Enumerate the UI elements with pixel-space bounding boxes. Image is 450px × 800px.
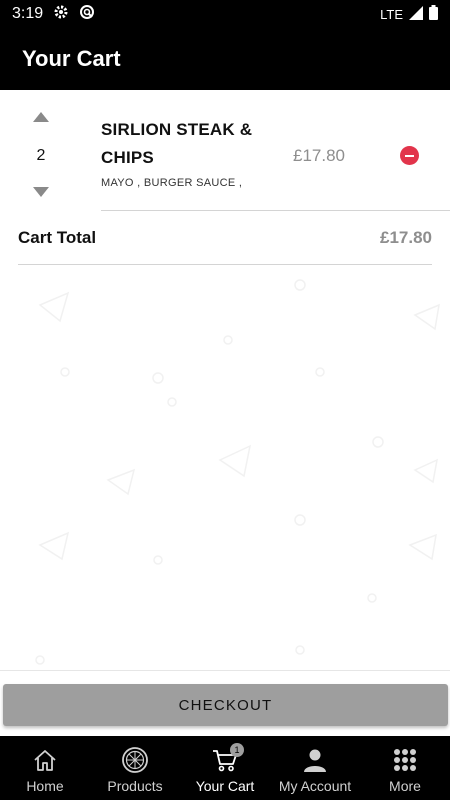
- app-bar: Your Cart: [0, 28, 450, 90]
- home-icon: [31, 746, 59, 774]
- cart-icon: 1: [211, 743, 244, 774]
- nav-my-account-label: My Account: [278, 778, 352, 794]
- total-divider: [18, 264, 432, 265]
- sync-icon: [79, 4, 95, 24]
- page-title: Your Cart: [22, 46, 121, 71]
- decrease-quantity-button[interactable]: [32, 185, 50, 199]
- cart-count-badge: 1: [230, 743, 244, 757]
- pizza-icon: [121, 746, 149, 774]
- item-name: SIRLION STEAK & CHIPS: [101, 116, 281, 172]
- status-right: LTE: [380, 5, 438, 23]
- cart-total-value: £17.80: [380, 228, 432, 247]
- nav-more-label: More: [389, 778, 421, 794]
- nav-home[interactable]: Home: [0, 736, 90, 800]
- battery-icon: [429, 5, 438, 23]
- nav-products[interactable]: Products: [90, 736, 180, 800]
- network-type: LTE: [380, 6, 403, 22]
- item-name-line2: CHIPS: [101, 148, 154, 167]
- checkout-area: CHECKOUT: [0, 670, 450, 736]
- nav-more[interactable]: More: [360, 736, 450, 800]
- bottom-nav: Home Products 1 Your Cart My Account Mor…: [0, 736, 450, 800]
- quantity-stepper: 2: [20, 102, 62, 210]
- item-options: MAYO , BURGER SAUCE ,: [101, 177, 243, 189]
- cart-item: 2 SIRLION STEAK & CHIPS MAYO , BURGER SA…: [0, 102, 450, 210]
- item-price: £17.80: [293, 146, 345, 165]
- signal-icon: [409, 5, 423, 23]
- remove-item-button[interactable]: [400, 146, 419, 165]
- cart-total-label: Cart Total: [18, 228, 97, 247]
- gear-icon: [53, 4, 69, 24]
- status-time: 3:19: [12, 5, 44, 22]
- checkout-button[interactable]: CHECKOUT: [3, 684, 448, 726]
- item-divider: [101, 210, 450, 211]
- item-name-line1: SIRLION STEAK &: [101, 120, 253, 139]
- arrow-up-icon: [33, 112, 49, 122]
- nav-your-cart-label: Your Cart: [195, 778, 255, 794]
- nav-home-label: Home: [26, 778, 64, 794]
- status-bar: 3:19 LTE: [0, 0, 450, 28]
- account-icon: [301, 746, 329, 774]
- status-left: 3:19: [12, 4, 95, 24]
- quantity-value: 2: [36, 147, 46, 164]
- increase-quantity-button[interactable]: [32, 110, 50, 124]
- arrow-down-icon: [33, 187, 49, 197]
- cart-total-row: Cart Total £17.80: [18, 220, 432, 256]
- grid-icon: [391, 746, 419, 774]
- nav-my-account[interactable]: My Account: [270, 736, 360, 800]
- cart-content[interactable]: 2 SIRLION STEAK & CHIPS MAYO , BURGER SA…: [0, 90, 450, 670]
- nav-your-cart[interactable]: 1 Your Cart: [180, 736, 270, 800]
- nav-products-label: Products: [107, 778, 163, 794]
